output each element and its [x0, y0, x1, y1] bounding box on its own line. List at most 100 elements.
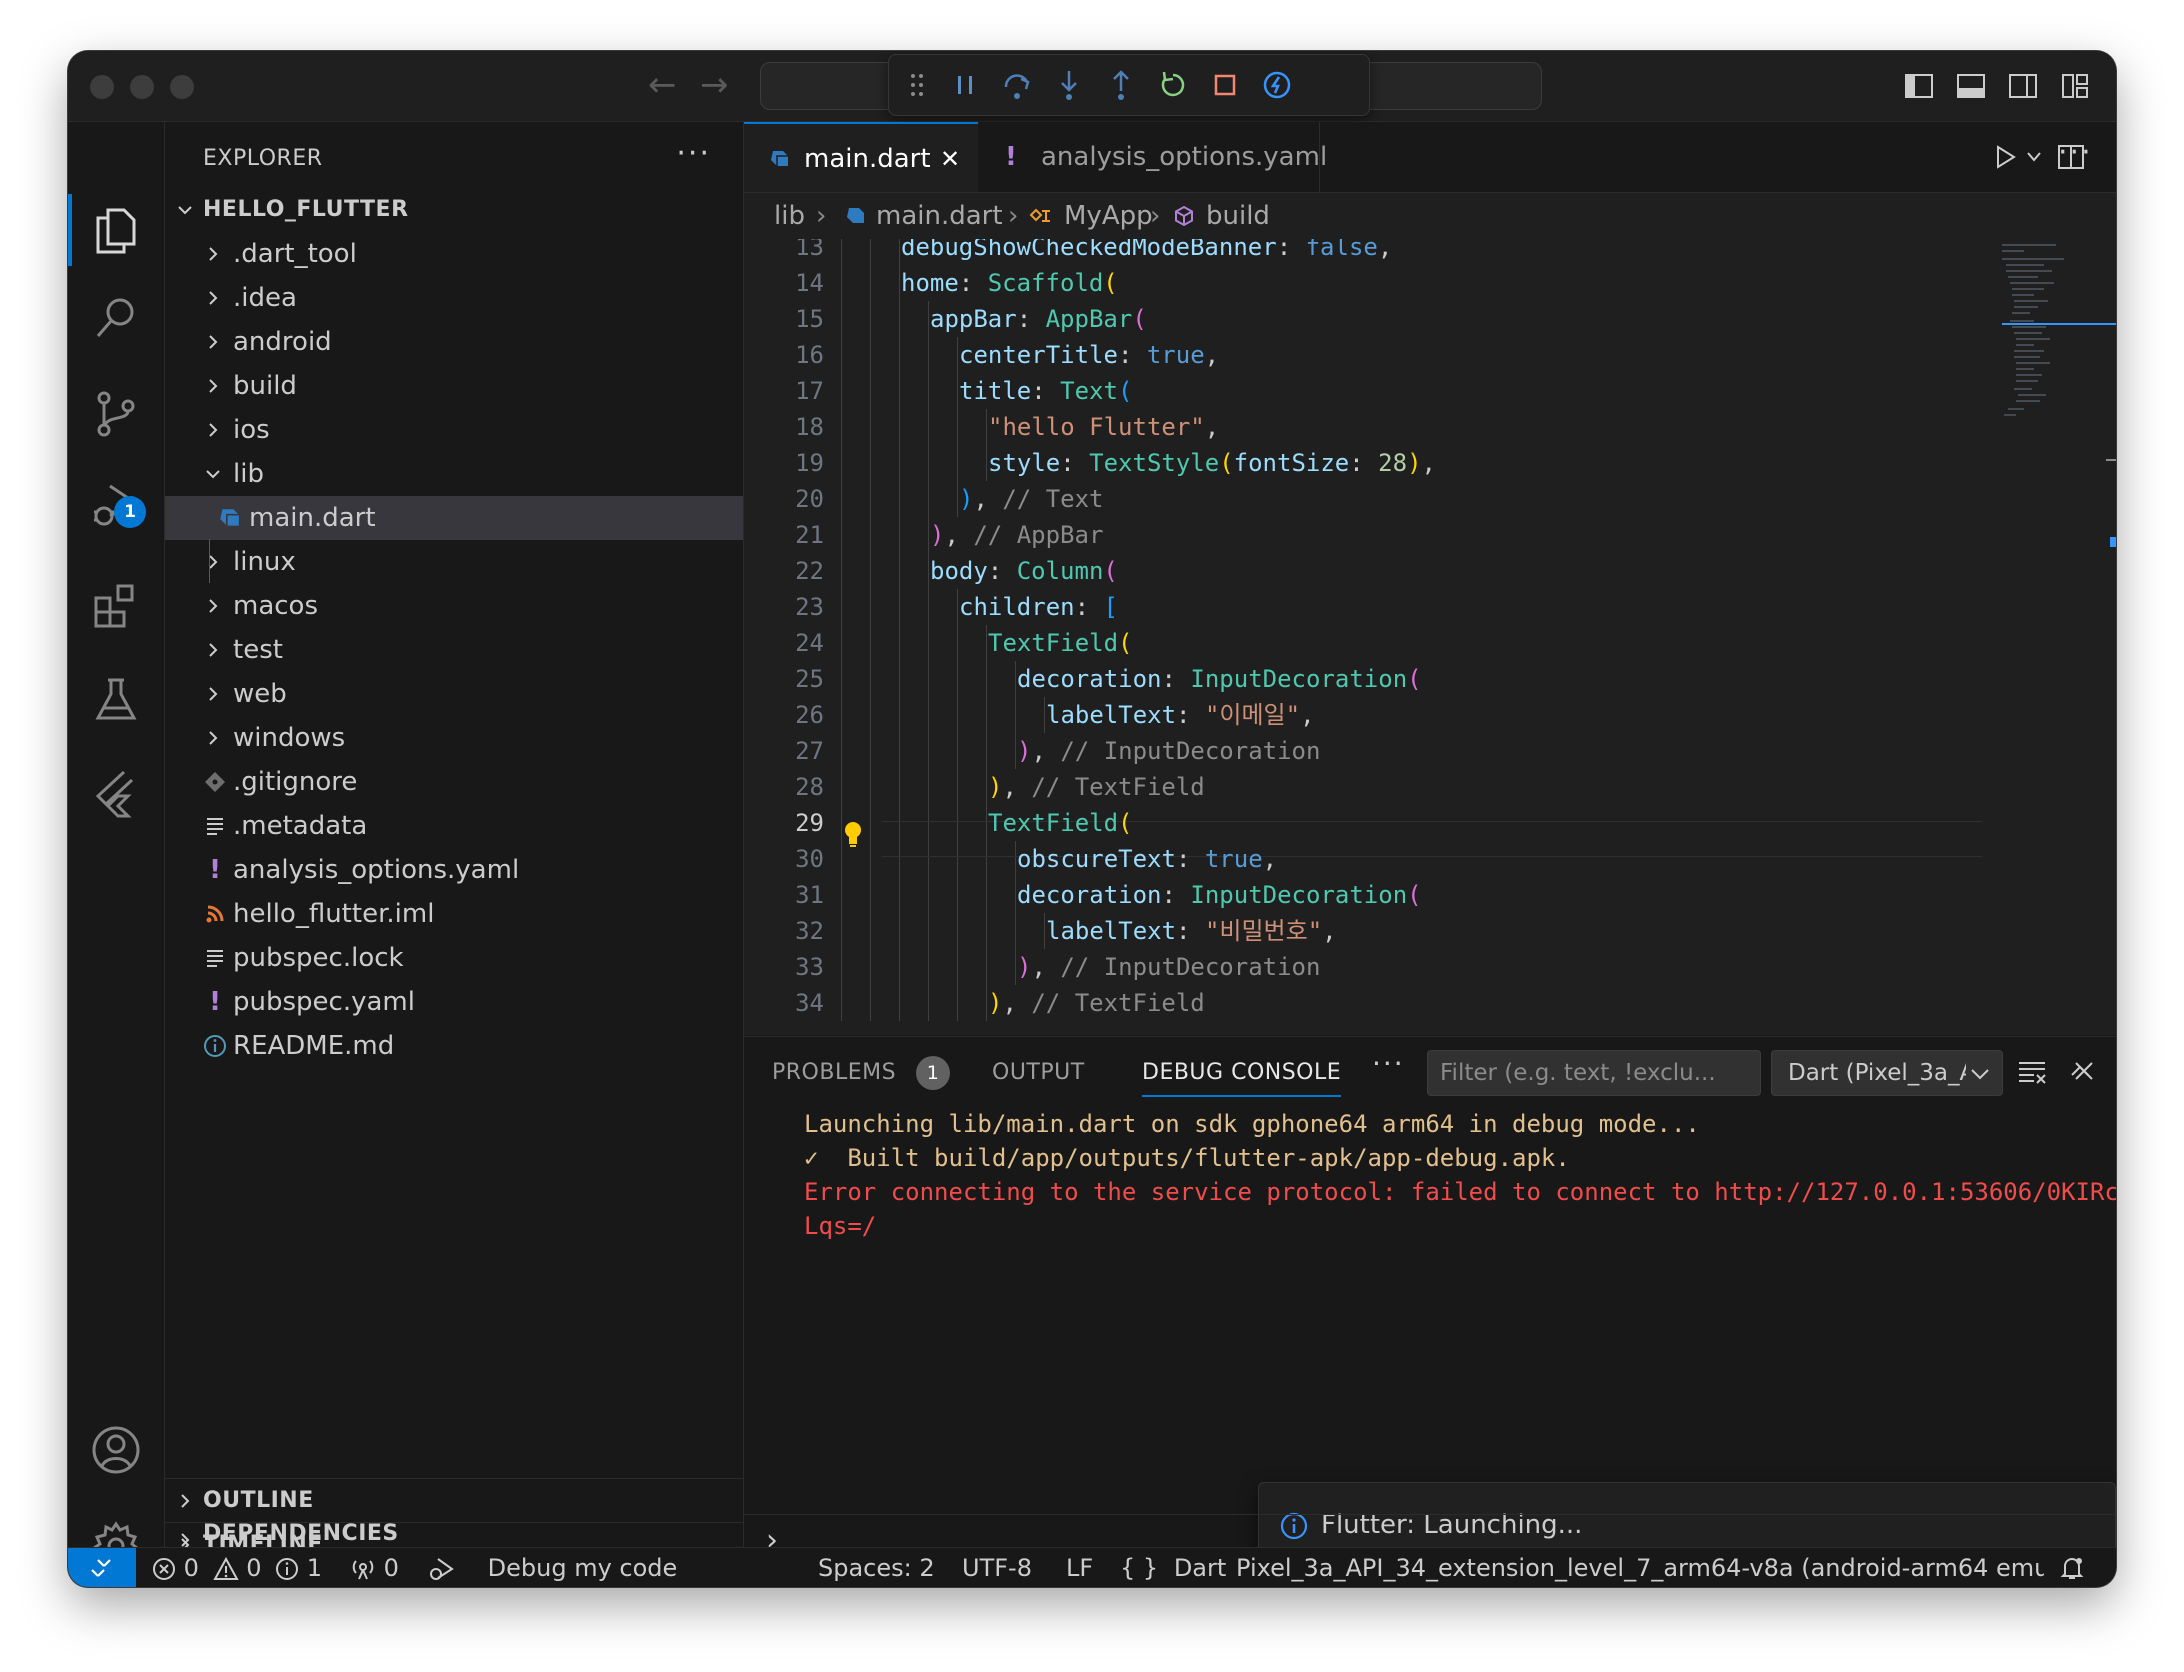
close-window-button[interactable]: [90, 75, 114, 99]
zoom-window-button[interactable]: [170, 75, 194, 99]
panel-tab-problems[interactable]: PROBLEMS 1: [772, 1051, 951, 1095]
chevron-down-icon[interactable]: [2026, 150, 2042, 164]
workspace-root[interactable]: HELLO_FLUTTER: [165, 188, 743, 232]
tab-analysis-options[interactable]: ! analysis_options.yaml: [979, 122, 1327, 192]
step-into-icon[interactable]: [1049, 65, 1089, 105]
panel-tab-output[interactable]: OUTPUT: [992, 1051, 1085, 1095]
eol-status[interactable]: LF: [1066, 1548, 1093, 1587]
editor-more-actions-icon[interactable]: ···: [2058, 135, 2093, 170]
debug-session-select[interactable]: Dart (Pixel_3a_API_34_extension_level_7_…: [1771, 1050, 2003, 1096]
encoding-status[interactable]: UTF-8: [962, 1548, 1032, 1587]
code-line[interactable]: 27), // InputDecoration: [744, 733, 2116, 769]
breadcrumb-lib[interactable]: lib: [774, 193, 805, 239]
tree-item-pubspec-yaml[interactable]: ! pubspec.yaml: [165, 980, 743, 1024]
tab-main-dart[interactable]: main.dart ✕: [744, 122, 978, 192]
tree-item-analysis-options-yaml[interactable]: ! analysis_options.yaml: [165, 848, 743, 892]
code-line[interactable]: 15 appBar: AppBar(: [744, 301, 2116, 337]
toggle-primary-sidebar-icon[interactable]: [1904, 71, 1934, 101]
tree-item-pubspec-lock[interactable]: pubspec.lock: [165, 936, 743, 980]
panel-more-icon[interactable]: ···: [1372, 1047, 1405, 1080]
code-line[interactable]: 32 labelText: "비밀번호",: [744, 913, 2116, 949]
code-line[interactable]: 29 TextField(: [744, 805, 2116, 841]
ports-status[interactable]: 0: [350, 1548, 399, 1587]
drag-handle-icon[interactable]: [897, 65, 937, 105]
step-over-icon[interactable]: [997, 65, 1037, 105]
code-line[interactable]: 18 "hello Flutter",: [744, 409, 2116, 445]
pause-icon[interactable]: [945, 65, 985, 105]
code-line[interactable]: 14 home: Scaffold(: [744, 265, 2116, 301]
tree-item-idea[interactable]: .idea: [165, 276, 743, 320]
close-tab-icon[interactable]: ✕: [940, 124, 960, 194]
customize-layout-icon[interactable]: [2060, 71, 2090, 101]
remote-indicator[interactable]: [68, 1548, 136, 1587]
toggle-secondary-sidebar-icon[interactable]: [2008, 71, 2038, 101]
code-line[interactable]: 28), // TextField: [744, 769, 2116, 805]
code-line[interactable]: 17 title: Text(: [744, 373, 2116, 409]
problems-status[interactable]: 0 0 1: [152, 1548, 322, 1587]
breadcrumb-myapp[interactable]: MyApp: [1064, 193, 1153, 239]
tree-item-macos[interactable]: macos: [165, 584, 743, 628]
search-icon[interactable]: [88, 290, 144, 346]
breadcrumb-build[interactable]: build: [1206, 193, 1270, 239]
lightbulb-icon[interactable]: [841, 819, 865, 849]
panel-tab-debug-console[interactable]: DEBUG CONSOLE: [1142, 1051, 1342, 1097]
explorer-files-icon[interactable]: [88, 202, 144, 258]
tree-item-windows[interactable]: windows: [165, 716, 743, 760]
restart-icon[interactable]: [1153, 65, 1193, 105]
tree-item-metadata[interactable]: .metadata: [165, 804, 743, 848]
tree-item-ios[interactable]: ios: [165, 408, 743, 452]
tree-item-test[interactable]: test: [165, 628, 743, 672]
code-line[interactable]: 31 decoration: InputDecoration(: [744, 877, 2116, 913]
tree-item-readme-md[interactable]: README.md: [165, 1024, 743, 1068]
tree-item-lib[interactable]: lib: [165, 452, 743, 496]
git-file-icon: [203, 770, 227, 794]
forward-arrow-icon[interactable]: →: [700, 65, 729, 105]
tree-item-hello-flutter-iml[interactable]: hello_flutter.iml: [165, 892, 743, 936]
code-line[interactable]: 21), // AppBar: [744, 517, 2116, 553]
code-line[interactable]: 30 obscureText: true,: [744, 841, 2116, 877]
clear-console-icon[interactable]: [2016, 1057, 2048, 1087]
back-arrow-icon[interactable]: ←: [648, 65, 677, 105]
section-dependencies-row[interactable]: DEPENDENCIES: [165, 1521, 743, 1547]
tree-item-gitignore[interactable]: .gitignore: [165, 760, 743, 804]
tree-item-android[interactable]: android: [165, 320, 743, 364]
tree-item-main-dart[interactable]: main.dart: [165, 496, 743, 540]
stop-icon[interactable]: [1205, 65, 1245, 105]
language-status[interactable]: { } Dart: [1120, 1548, 1226, 1587]
indentation-status[interactable]: Spaces: 2: [818, 1548, 935, 1587]
testing-flask-icon[interactable]: [88, 672, 144, 728]
code-line[interactable]: 20), // Text: [744, 481, 2116, 517]
tree-item-dart-tool[interactable]: .dart_tool: [165, 232, 743, 276]
notifications-bell-icon[interactable]: [2058, 1554, 2086, 1582]
code-line[interactable]: 22 body: Column(: [744, 553, 2116, 589]
console-filter-input[interactable]: [1427, 1050, 1761, 1096]
breadcrumb-main-dart[interactable]: main.dart: [876, 193, 1003, 239]
code-line[interactable]: 34), // TextField: [744, 985, 2116, 1021]
code-line[interactable]: 19 style: TextStyle(fontSize: 28),: [744, 445, 2116, 481]
minimap[interactable]: [1994, 239, 2116, 1035]
toggle-panel-icon[interactable]: [1956, 71, 1986, 101]
device-status[interactable]: Pixel_3a_API_34_extension_level_7_arm64-…: [1236, 1548, 2044, 1587]
source-control-icon[interactable]: [88, 386, 144, 442]
extensions-icon[interactable]: [88, 578, 144, 634]
code-line[interactable]: 24 TextField(: [744, 625, 2116, 661]
run-icon[interactable]: [1990, 142, 2020, 172]
minimize-window-button[interactable]: [130, 75, 154, 99]
code-line[interactable]: 33), // InputDecoration: [744, 949, 2116, 985]
accounts-icon[interactable]: [88, 1422, 144, 1478]
code-line[interactable]: 25 decoration: InputDecoration(: [744, 661, 2116, 697]
code-line[interactable]: 16 centerTitle: true,: [744, 337, 2116, 373]
tree-item-linux[interactable]: linux: [165, 540, 743, 584]
tree-item-web[interactable]: web: [165, 672, 743, 716]
tree-item-build[interactable]: build: [165, 364, 743, 408]
debug-status[interactable]: Debug my code: [428, 1548, 677, 1587]
flutter-icon[interactable]: [88, 766, 144, 822]
code-editor[interactable]: 13 debugShowCheckedModeBanner: false, 14 ho…: [744, 239, 2116, 1035]
code-line[interactable]: 23 children: [: [744, 589, 2116, 625]
step-out-icon[interactable]: [1101, 65, 1141, 105]
more-actions-icon[interactable]: ···: [676, 136, 711, 171]
close-panel-icon[interactable]: [2070, 1057, 2098, 1085]
code-line[interactable]: 26 labelText: "이메일",: [744, 697, 2116, 733]
code-line[interactable]: 13 debugShowCheckedModeBanner: false,: [744, 239, 2116, 265]
hot-reload-icon[interactable]: [1257, 65, 1297, 105]
